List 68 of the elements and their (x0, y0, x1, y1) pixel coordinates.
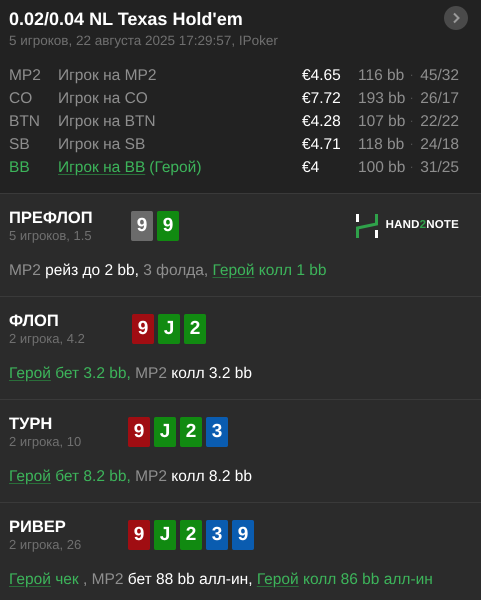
hero-link[interactable]: Герой (9, 468, 51, 485)
stack-bb: 193 bb (358, 88, 406, 109)
next-button[interactable] (444, 6, 468, 30)
player-stats: 24/18 (420, 134, 460, 155)
hero-link[interactable]: Герой (212, 262, 254, 279)
stack-amount: €4.71 (302, 134, 342, 155)
position-label: MP2 (9, 66, 42, 86)
playing-card: 2 (180, 520, 202, 550)
stack-bb: 118 bb (358, 134, 406, 155)
player-stats: 26/17 (420, 88, 460, 109)
separator-dot: · (410, 69, 414, 83)
logo-wordmark: HAND2NOTE (386, 218, 459, 234)
hero-link[interactable]: Герой (256, 571, 299, 588)
stack-amount: €4.28 (302, 112, 342, 132)
street-title: ФЛОП (9, 311, 60, 331)
playing-card: 3 (206, 417, 228, 447)
separator-dot: · (410, 138, 414, 152)
playing-card: 2 (184, 314, 206, 344)
hero-label: (Герой) (149, 158, 202, 178)
player-stats: 31/25 (420, 158, 460, 178)
hero-link[interactable]: Герой (9, 365, 51, 382)
stack-bb: 100 bb (358, 158, 406, 178)
playing-card: J (154, 417, 176, 447)
street-title: РИВЕР (9, 517, 67, 537)
position-label: SB (9, 134, 31, 155)
playing-card: 9 (132, 314, 154, 344)
separator-dot: · (410, 92, 414, 106)
street-info: 2 игрока, 10 (9, 434, 82, 450)
playing-card: 3 (206, 520, 228, 550)
action-line: Герой бет 3.2 bb, MP2 колл 3.2 bb (9, 364, 254, 384)
action-line: Герой чек , MP2 бет 88 bb алл-ин, Герой колл 86 bb алл-ин (9, 570, 434, 590)
player-stats: 45/32 (420, 66, 460, 86)
playing-card: 9 (131, 211, 153, 241)
stack-amount: €7.72 (302, 88, 342, 109)
player-name: Игрок на SB (58, 134, 146, 155)
player-name: Игрок на BTN (58, 112, 156, 132)
playing-card: 9 (232, 520, 254, 550)
position-label: BTN (9, 112, 41, 132)
player-name[interactable]: Игрок на BB (58, 156, 146, 180)
street-info: 5 игроков, 1.5 (9, 228, 93, 244)
street-info: 2 игрока, 4.2 (9, 331, 86, 347)
playing-card: J (154, 520, 176, 550)
hero-link[interactable]: Герой (9, 571, 51, 588)
action-line: MP2 рейз до 2 bb, 3 фолда, Герой колл 1 bb (9, 261, 328, 281)
action-line: Герой бет 8.2 bb, MP2 колл 8.2 bb (9, 467, 254, 487)
separator-dot: · (410, 115, 414, 129)
street-title: ПРЕФЛОП (9, 208, 94, 228)
stack-bb: 107 bb (358, 112, 406, 132)
playing-card: 9 (128, 417, 150, 447)
street-info: 2 игрока, 26 (9, 537, 82, 553)
stack-amount: €4 (302, 158, 320, 178)
playing-card: 2 (180, 417, 202, 447)
chevron-right-icon (451, 12, 461, 24)
player-name: Игрок на MP2 (58, 66, 156, 86)
player-stats: 22/22 (420, 112, 460, 132)
stack-amount: €4.65 (302, 66, 342, 86)
street-title: ТУРН (9, 414, 54, 434)
stack-bb: 116 bb (358, 66, 406, 86)
playing-card: 9 (157, 211, 179, 241)
position-label: BB (9, 158, 31, 178)
position-label: CO (9, 88, 34, 109)
separator-dot: · (410, 161, 414, 175)
playing-card: 9 (128, 520, 150, 550)
playing-card: J (158, 314, 180, 344)
hand-title: 0.02/0.04 NL Texas Hold'em (9, 8, 243, 30)
logo-icon (356, 214, 378, 238)
player-name: Игрок на CO (58, 88, 148, 109)
hand-subtitle: 5 игроков, 22 августа 2025 17:29:57, IPoker (9, 32, 279, 50)
